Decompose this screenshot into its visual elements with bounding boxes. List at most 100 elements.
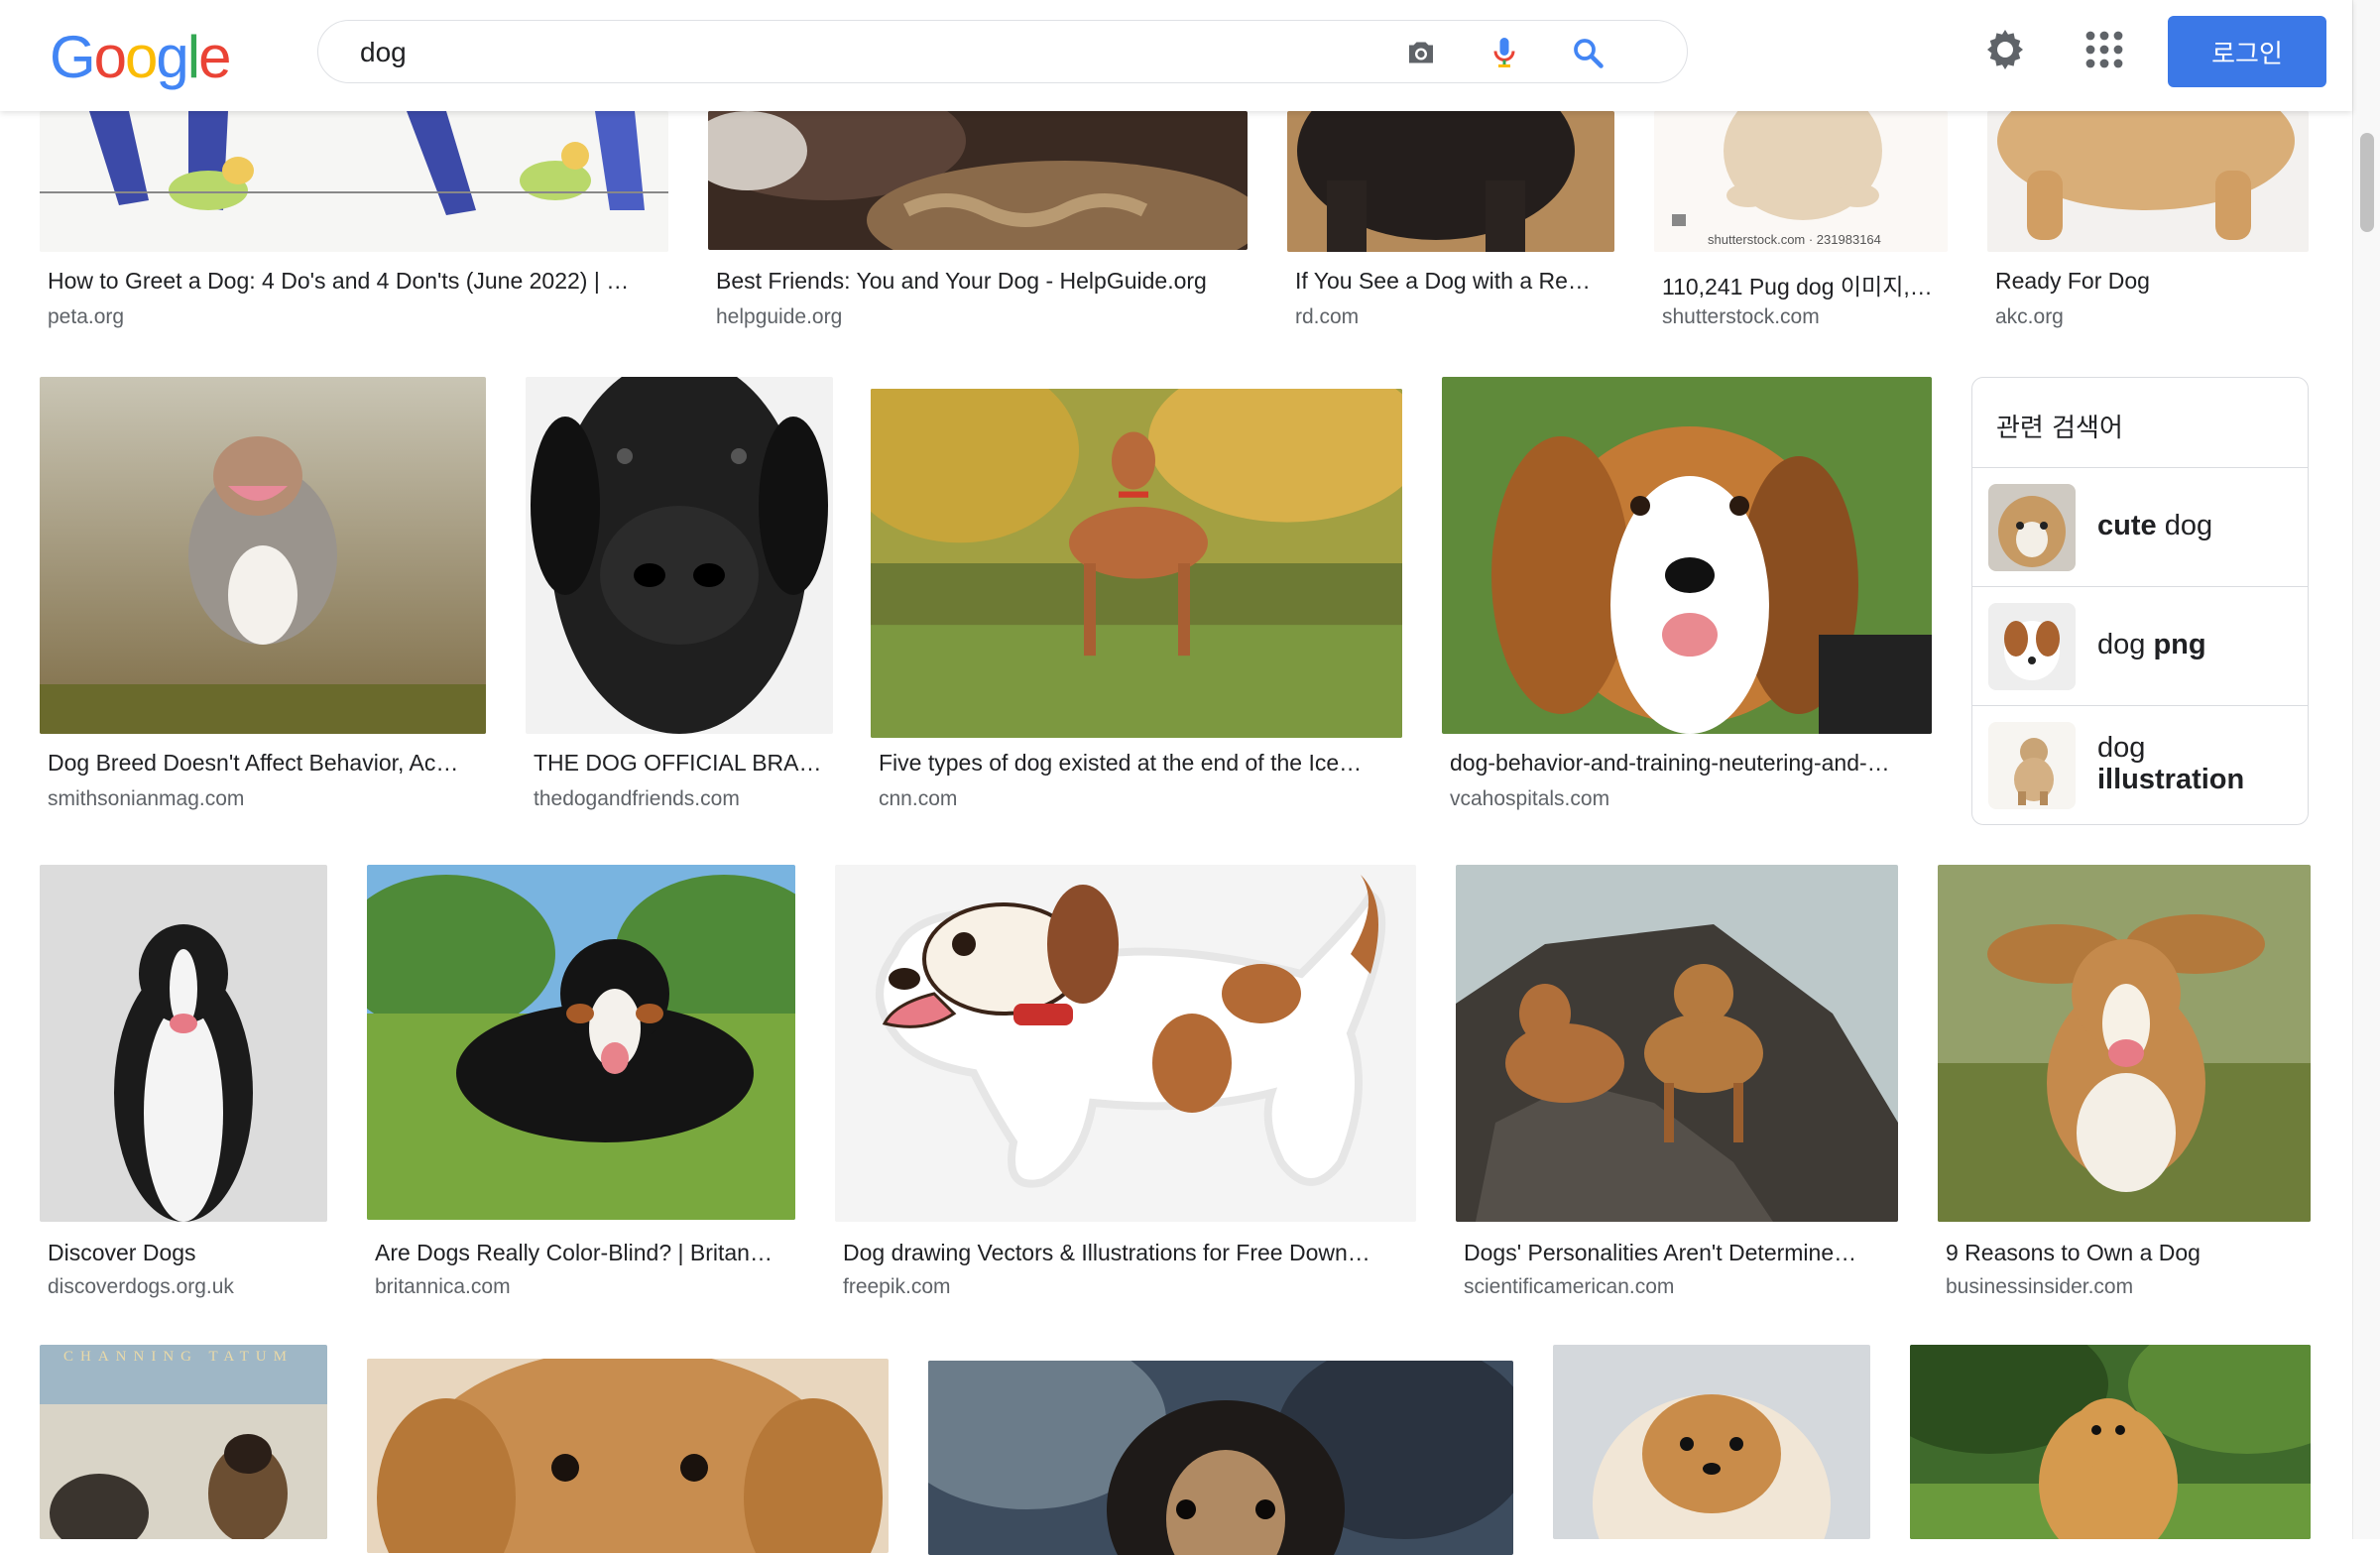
- related-plain: dog: [2164, 510, 2213, 541]
- scrollbar-thumb[interactable]: [2360, 133, 2374, 232]
- result-thumbnail[interactable]: [871, 389, 1402, 738]
- related-search-label[interactable]: dog illustration: [2097, 732, 2244, 795]
- result-thumbnail[interactable]: [1910, 1345, 2311, 1539]
- image-result[interactable]: Discover Dogs discoverdogs.org.uk: [40, 865, 327, 1311]
- result-source[interactable]: britannica.com: [375, 1275, 511, 1299]
- image-result[interactable]: Dog drawing Vectors & Illustrations for …: [835, 865, 1416, 1311]
- image-result[interactable]: Ready For Dog akc.org: [1987, 111, 2309, 339]
- image-result[interactable]: If You See a Dog with a Re… rd.com: [1287, 111, 1614, 339]
- related-search-item[interactable]: dog png: [1972, 586, 2308, 706]
- result-thumbnail[interactable]: [1987, 111, 2309, 252]
- search-box: [317, 20, 1688, 83]
- image-result[interactable]: [928, 1345, 1513, 1555]
- result-thumbnail[interactable]: [708, 111, 1248, 250]
- related-plain: dog: [2097, 629, 2146, 660]
- result-source[interactable]: freepik.com: [843, 1275, 951, 1299]
- result-title[interactable]: Ready For Dog: [1995, 268, 2301, 295]
- image-result[interactable]: Are Dogs Really Color-Blind? | Britan… b…: [367, 865, 795, 1311]
- related-search-label[interactable]: dog png: [2097, 629, 2206, 660]
- related-bold: illustration: [2097, 764, 2245, 795]
- result-thumbnail[interactable]: [1553, 1345, 1870, 1539]
- camera-icon[interactable]: [1403, 35, 1439, 70]
- result-title[interactable]: 9 Reasons to Own a Dog: [1946, 1240, 2303, 1266]
- image-result[interactable]: How to Greet a Dog: 4 Do's and 4 Don'ts …: [40, 111, 668, 339]
- result-title[interactable]: dog-behavior-and-training-neutering-and-…: [1450, 750, 1924, 777]
- related-search-item[interactable]: dog illustration: [1972, 705, 2308, 824]
- result-title[interactable]: THE DOG OFFICIAL BRA…: [534, 750, 825, 777]
- logo-letter: l: [186, 24, 200, 90]
- result-title[interactable]: Five types of dog existed at the end of …: [879, 750, 1394, 777]
- result-source[interactable]: cnn.com: [879, 787, 957, 811]
- image-result[interactable]: [367, 1345, 889, 1553]
- result-thumbnail[interactable]: [40, 377, 486, 734]
- image-result[interactable]: [1553, 1345, 1870, 1539]
- result-title[interactable]: Dogs' Personalities Aren't Determine…: [1464, 1240, 1890, 1266]
- image-result[interactable]: shutterstock.com · 231983164 110,241 Pug…: [1654, 111, 1948, 339]
- login-button[interactable]: 로그인: [2168, 16, 2326, 87]
- related-search-item[interactable]: cute dog: [1972, 467, 2308, 587]
- result-title[interactable]: Discover Dogs: [48, 1240, 319, 1266]
- result-thumbnail[interactable]: [1938, 865, 2311, 1222]
- related-search-label[interactable]: cute dog: [2097, 510, 2212, 541]
- result-title[interactable]: Dog drawing Vectors & Illustrations for …: [843, 1240, 1408, 1266]
- image-result[interactable]: Best Friends: You and Your Dog - HelpGui…: [708, 111, 1248, 339]
- result-thumbnail[interactable]: [1456, 865, 1898, 1222]
- image-result[interactable]: [1910, 1345, 2311, 1539]
- microphone-icon[interactable]: [1487, 35, 1522, 70]
- image-result[interactable]: Five types of dog existed at the end of …: [871, 377, 1402, 823]
- image-result[interactable]: 9 Reasons to Own a Dog businessinsider.c…: [1938, 865, 2311, 1311]
- gear-icon[interactable]: [1981, 26, 2029, 73]
- result-title[interactable]: 110,241 Pug dog 이미지,…: [1662, 268, 1940, 301]
- result-thumbnail[interactable]: [928, 1361, 1513, 1555]
- result-thumbnail[interactable]: [1654, 111, 1948, 252]
- logo-letter: G: [50, 24, 96, 90]
- result-thumbnail[interactable]: [40, 111, 668, 252]
- related-searches-title: 관련 검색어: [1996, 414, 2123, 443]
- image-result[interactable]: Dogs' Personalities Aren't Determine… sc…: [1456, 865, 1898, 1311]
- result-thumbnail[interactable]: [367, 865, 795, 1220]
- result-source[interactable]: scientificamerican.com: [1464, 1275, 1674, 1299]
- result-title[interactable]: Best Friends: You and Your Dog - HelpGui…: [716, 268, 1240, 295]
- related-thumbnail[interactable]: [1988, 722, 2076, 809]
- result-thumbnail[interactable]: [1442, 377, 1932, 734]
- result-source[interactable]: thedogandfriends.com: [534, 787, 740, 811]
- image-result[interactable]: dog-behavior-and-training-neutering-and-…: [1442, 377, 1932, 823]
- related-thumbnail[interactable]: [1988, 484, 2076, 571]
- search-icon[interactable]: [1570, 35, 1606, 70]
- result-thumbnail[interactable]: [367, 1359, 889, 1553]
- poster-text: CHANNING TATUM: [63, 1349, 294, 1365]
- result-title[interactable]: How to Greet a Dog: 4 Do's and 4 Don'ts …: [48, 268, 660, 295]
- related-bold: cute: [2097, 510, 2157, 541]
- result-thumbnail[interactable]: [526, 377, 833, 734]
- result-source[interactable]: akc.org: [1995, 305, 2064, 329]
- result-source[interactable]: rd.com: [1295, 305, 1359, 329]
- logo-letter: g: [156, 24, 188, 90]
- apps-grid-icon[interactable]: [2081, 26, 2128, 73]
- page-scrollbar[interactable]: [2352, 0, 2380, 1539]
- search-input[interactable]: [358, 31, 1354, 74]
- result-title[interactable]: If You See a Dog with a Re…: [1295, 268, 1606, 295]
- logo-letter: e: [198, 24, 231, 90]
- result-thumbnail[interactable]: [835, 865, 1416, 1222]
- image-result[interactable]: CHANNING TATUM: [40, 1345, 327, 1539]
- image-result[interactable]: Dog Breed Doesn't Affect Behavior, Ac… s…: [40, 377, 486, 823]
- result-source[interactable]: vcahospitals.com: [1450, 787, 1609, 811]
- result-thumbnail[interactable]: [40, 1345, 327, 1539]
- result-source[interactable]: businessinsider.com: [1946, 1275, 2133, 1299]
- top-header: Google 로그인: [0, 0, 2352, 111]
- result-source[interactable]: shutterstock.com: [1662, 305, 1820, 329]
- result-source[interactable]: helpguide.org: [716, 305, 842, 329]
- result-thumbnail[interactable]: [1287, 111, 1614, 252]
- result-source[interactable]: discoverdogs.org.uk: [48, 1275, 234, 1299]
- watermark-text: shutterstock.com · 231983164: [1708, 232, 1881, 247]
- result-source[interactable]: peta.org: [48, 305, 124, 329]
- google-logo[interactable]: Google: [50, 24, 232, 90]
- image-result[interactable]: THE DOG OFFICIAL BRA… thedogandfriends.c…: [526, 377, 833, 823]
- result-title[interactable]: Are Dogs Really Color-Blind? | Britan…: [375, 1240, 787, 1266]
- related-thumbnail[interactable]: [1988, 603, 2076, 690]
- result-title[interactable]: Dog Breed Doesn't Affect Behavior, Ac…: [48, 750, 478, 777]
- related-plain: dog: [2097, 732, 2146, 764]
- logo-letter: o: [125, 24, 158, 90]
- result-thumbnail[interactable]: [40, 865, 327, 1222]
- result-source[interactable]: smithsonianmag.com: [48, 787, 244, 811]
